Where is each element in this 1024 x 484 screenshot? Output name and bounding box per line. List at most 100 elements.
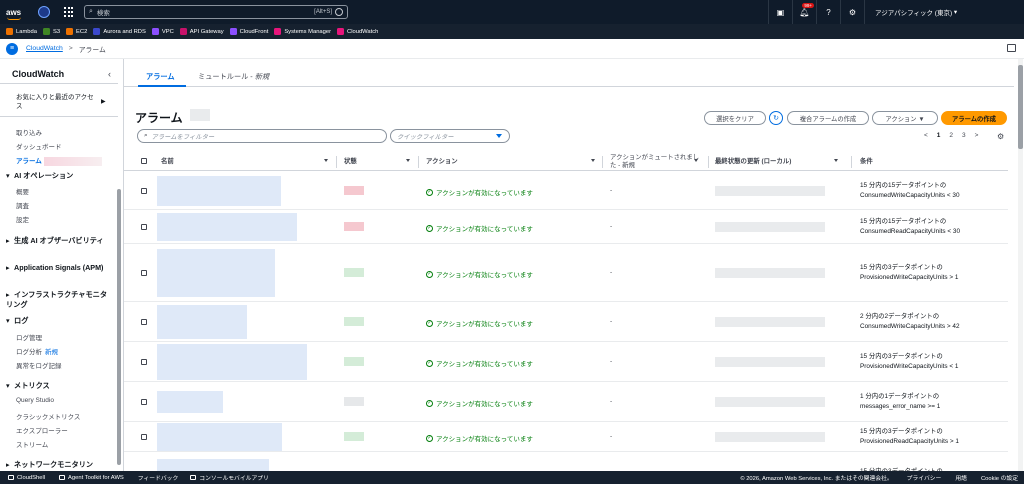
- column-condition[interactable]: 条件: [860, 158, 873, 166]
- sidebar-favorites[interactable]: お気に入りと最近のアクセス: [16, 93, 96, 111]
- sidebar-close-icon[interactable]: ‹: [108, 69, 111, 79]
- row-checkbox[interactable]: [141, 224, 147, 230]
- sort-caret-icon[interactable]: [694, 159, 698, 162]
- column-muted[interactable]: アクションがミュートされました - 新規: [610, 154, 702, 170]
- column-state[interactable]: 状態: [344, 158, 357, 166]
- favorite-cloudfront[interactable]: CloudFront: [229, 28, 268, 35]
- aws-logo[interactable]: aws: [6, 8, 30, 20]
- column-name[interactable]: 名前: [161, 158, 174, 166]
- redacted-alarm-name[interactable]: [157, 305, 247, 339]
- favorite-lambda[interactable]: Lambda: [6, 28, 37, 35]
- hamburger-menu-icon[interactable]: ≡: [6, 42, 18, 55]
- create-composite-alarm-button[interactable]: 複合アラームの作成: [787, 111, 869, 125]
- terms-link[interactable]: 用語: [955, 473, 967, 482]
- pagination-page-2[interactable]: 2: [949, 132, 953, 139]
- table-row[interactable]: ✓ アクションが有効になっています - 1 分内の1データポイントの messages_…: [124, 382, 1008, 422]
- tab-mute-rules[interactable]: ミュートルール - 新規: [198, 72, 269, 82]
- row-checkbox[interactable]: [141, 319, 147, 325]
- select-all-checkbox[interactable]: [141, 158, 147, 164]
- favorite-cloudwatch[interactable]: CloudWatch: [337, 28, 378, 35]
- redacted-alarm-name[interactable]: [157, 344, 307, 380]
- redacted-alarm-name[interactable]: [157, 423, 282, 451]
- tab-alarms[interactable]: アラーム: [146, 72, 175, 82]
- cloudshell-button[interactable]: CloudShell: [8, 475, 45, 481]
- services-grid-icon[interactable]: [64, 7, 74, 17]
- favorite-aurora-and-rds[interactable]: Aurora and RDS: [93, 28, 146, 35]
- column-last-updated[interactable]: 最終状態の更新 (ローカル): [715, 158, 791, 166]
- pagination-prev-button[interactable]: <: [924, 132, 928, 139]
- search-input[interactable]: ⌕ 検索 [Alt+S]: [84, 5, 348, 19]
- sidebar-item-log-management[interactable]: ログ管理: [16, 332, 42, 342]
- sidebar-item-streams[interactable]: ストリーム: [16, 439, 48, 449]
- favorite-vpc[interactable]: VPC: [151, 28, 174, 35]
- search-clear-icon[interactable]: [335, 8, 343, 16]
- sidebar-item-log-anomalies[interactable]: 異常をログ記録: [16, 360, 62, 370]
- sidebar-item-log-analytics[interactable]: ログ分析 新規: [16, 346, 58, 356]
- table-row[interactable]: ✓ アクションが有効になっています - 15 分内の15データポイントの Consume…: [124, 171, 1008, 210]
- sidebar-section-ai-operations[interactable]: ▾ AI オペレーション: [6, 171, 110, 181]
- pagination-page-1[interactable]: 1: [937, 132, 941, 139]
- column-action[interactable]: アクション: [426, 158, 458, 166]
- sidebar-item-settings[interactable]: 設定: [16, 214, 29, 224]
- table-row[interactable]: ✓アクションが有効になっています - 15 分内の3データポイントのProvisio…: [124, 244, 1008, 302]
- sidebar-item-explorer[interactable]: エクスプローラー: [16, 425, 68, 435]
- sidebar-item-overview[interactable]: 概要: [16, 186, 29, 196]
- sidebar-scrollbar[interactable]: [117, 189, 121, 465]
- table-row[interactable]: ✓アクションが有効になっています - 15 分内の3データポイントのProvisio…: [124, 342, 1008, 382]
- sort-caret-icon[interactable]: [406, 159, 410, 162]
- favorite-systems-manager[interactable]: Systems Manager: [274, 28, 331, 35]
- sidebar-item-alarms[interactable]: アラーム: [16, 155, 102, 166]
- main-scrollbar[interactable]: [1018, 59, 1023, 471]
- sidebar-section-metrics[interactable]: ▾ メトリクス: [6, 381, 110, 391]
- sidebar-item-classic-metrics[interactable]: クラシックメトリクス: [16, 411, 80, 421]
- sort-caret-icon[interactable]: [834, 159, 838, 162]
- favorite-s3[interactable]: S3: [42, 28, 60, 35]
- sidebar-section-genai[interactable]: ▸ 生成 AI オブザーバビリティ: [6, 236, 110, 246]
- sidebar-section-apm[interactable]: ▸ Application Signals (APM): [6, 263, 110, 273]
- refresh-icon[interactable]: ↻: [769, 111, 783, 125]
- sidebar-item-query-studio[interactable]: Query Studio: [16, 397, 54, 404]
- table-row[interactable]: ✓ アクションが有効になっています - 15 分内の15データポイントの Consume…: [124, 210, 1008, 244]
- breadcrumb-cloudwatch-link[interactable]: CloudWatch: [26, 45, 63, 52]
- table-row[interactable]: ✓ アクションが有効になっています - 2 分内の2データポイントの ConsumedW…: [124, 302, 1008, 342]
- bell-icon[interactable]: 🔔︎ 99+: [792, 0, 816, 24]
- cloudshell-icon[interactable]: ▣: [768, 0, 792, 24]
- privacy-link[interactable]: プライバシー: [907, 473, 942, 482]
- agent-toolkit-button[interactable]: Agent Toolkit for AWS: [59, 475, 124, 481]
- sidebar-item-dashboards[interactable]: ダッシュボード: [16, 141, 62, 151]
- redacted-alarm-name[interactable]: [157, 176, 281, 206]
- sidebar-section-logs[interactable]: ▾ ログ: [6, 316, 110, 326]
- feedback-link[interactable]: フィードバック: [138, 473, 178, 482]
- help-icon[interactable]: ?: [816, 0, 840, 24]
- sort-caret-icon[interactable]: [591, 159, 595, 162]
- pagination-next-button[interactable]: >: [975, 132, 979, 139]
- panel-toggle-icon[interactable]: [1007, 44, 1016, 52]
- sidebar-section-infrastructure[interactable]: ▸ インフラストラクチャモニタリング: [6, 290, 110, 310]
- table-settings-icon[interactable]: ⚙: [997, 132, 1004, 141]
- redacted-alarm-name[interactable]: [157, 213, 297, 241]
- favorite-api-gateway[interactable]: API Gateway: [179, 28, 224, 35]
- quick-filter-select[interactable]: クイックフィルター: [390, 129, 510, 143]
- favorite-ec2[interactable]: EC2: [66, 28, 87, 35]
- redacted-alarm-name[interactable]: [157, 391, 223, 413]
- sort-caret-icon[interactable]: [324, 159, 328, 162]
- region-selector[interactable]: アジアパシフィック (東京) ▾: [864, 0, 1024, 24]
- cookie-settings-link[interactable]: Cookie の設定: [981, 473, 1018, 482]
- clear-selection-button[interactable]: 選択をクリア: [704, 111, 766, 125]
- gear-icon[interactable]: ⚙: [840, 0, 864, 24]
- redacted-alarm-name[interactable]: [157, 249, 275, 297]
- amazon-q-icon[interactable]: [38, 6, 50, 18]
- alarm-filter-input[interactable]: ⌕ アラームをフィルター: [137, 129, 387, 143]
- row-checkbox[interactable]: [141, 270, 147, 276]
- row-checkbox[interactable]: [141, 188, 147, 194]
- row-checkbox[interactable]: [141, 399, 147, 405]
- pagination-page-3[interactable]: 3: [962, 132, 966, 139]
- sidebar-item-ingestion[interactable]: 取り込み: [16, 127, 42, 137]
- sidebar-item-investigations[interactable]: 調査: [16, 200, 29, 210]
- sidebar-section-network[interactable]: ▸ ネットワークモニタリン: [6, 460, 110, 470]
- row-checkbox[interactable]: [141, 359, 147, 365]
- create-alarm-button[interactable]: アラームの作成: [941, 111, 1007, 125]
- actions-dropdown-button[interactable]: アクション ▼: [872, 111, 938, 125]
- mobile-app-link[interactable]: コンソールモバイルアプリ: [190, 473, 269, 482]
- table-row[interactable]: ✓アクションが有効になっています - 15 分内の3データポイントのProvisio…: [124, 422, 1008, 452]
